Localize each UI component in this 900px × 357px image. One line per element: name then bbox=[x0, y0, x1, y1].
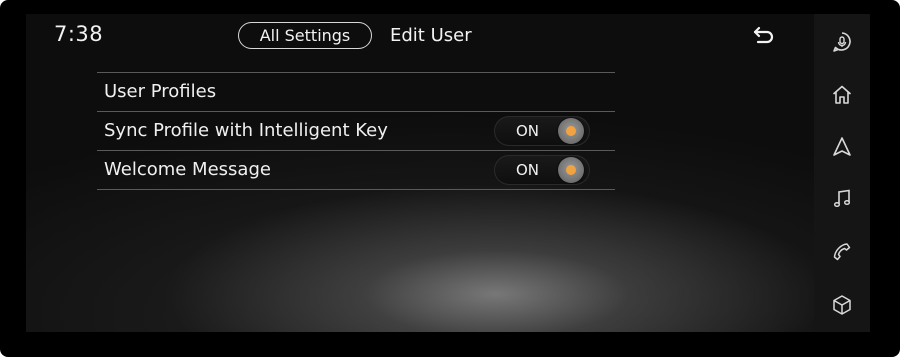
settings-row-user-profiles[interactable]: User Profiles bbox=[97, 73, 615, 112]
settings-list: User Profiles Sync Profile with Intellig… bbox=[97, 72, 615, 190]
clock: 7:38 bbox=[54, 22, 104, 46]
toggle-knob bbox=[558, 157, 584, 183]
row-label: Welcome Message bbox=[104, 159, 271, 180]
all-settings-button[interactable]: All Settings bbox=[238, 22, 372, 49]
toggle-knob bbox=[558, 118, 584, 144]
phone-icon[interactable] bbox=[830, 240, 854, 264]
toggle-state-label: ON bbox=[516, 161, 540, 179]
row-label: User Profiles bbox=[104, 81, 217, 102]
apps-cube-icon[interactable] bbox=[830, 293, 854, 317]
return-arrow-icon[interactable] bbox=[752, 24, 776, 46]
row-label: Sync Profile with Intelligent Key bbox=[104, 120, 388, 141]
music-icon[interactable] bbox=[830, 187, 854, 211]
welcome-message-toggle[interactable]: ON bbox=[494, 155, 590, 185]
toggle-indicator-dot bbox=[566, 126, 576, 136]
settings-row-welcome-message[interactable]: Welcome Message ON bbox=[97, 151, 615, 190]
voice-assistant-icon[interactable] bbox=[830, 30, 854, 54]
settings-row-sync-profile[interactable]: Sync Profile with Intelligent Key ON bbox=[97, 112, 615, 151]
navigation-icon[interactable] bbox=[830, 135, 854, 159]
page-title: Edit User bbox=[390, 25, 472, 46]
toggle-indicator-dot bbox=[566, 165, 576, 175]
sync-profile-toggle[interactable]: ON bbox=[494, 116, 590, 146]
toggle-state-label: ON bbox=[516, 122, 540, 140]
side-menu bbox=[814, 14, 870, 332]
main-screen: 7:38 All Settings Edit User User Profile… bbox=[26, 14, 814, 332]
home-icon[interactable] bbox=[830, 83, 854, 107]
